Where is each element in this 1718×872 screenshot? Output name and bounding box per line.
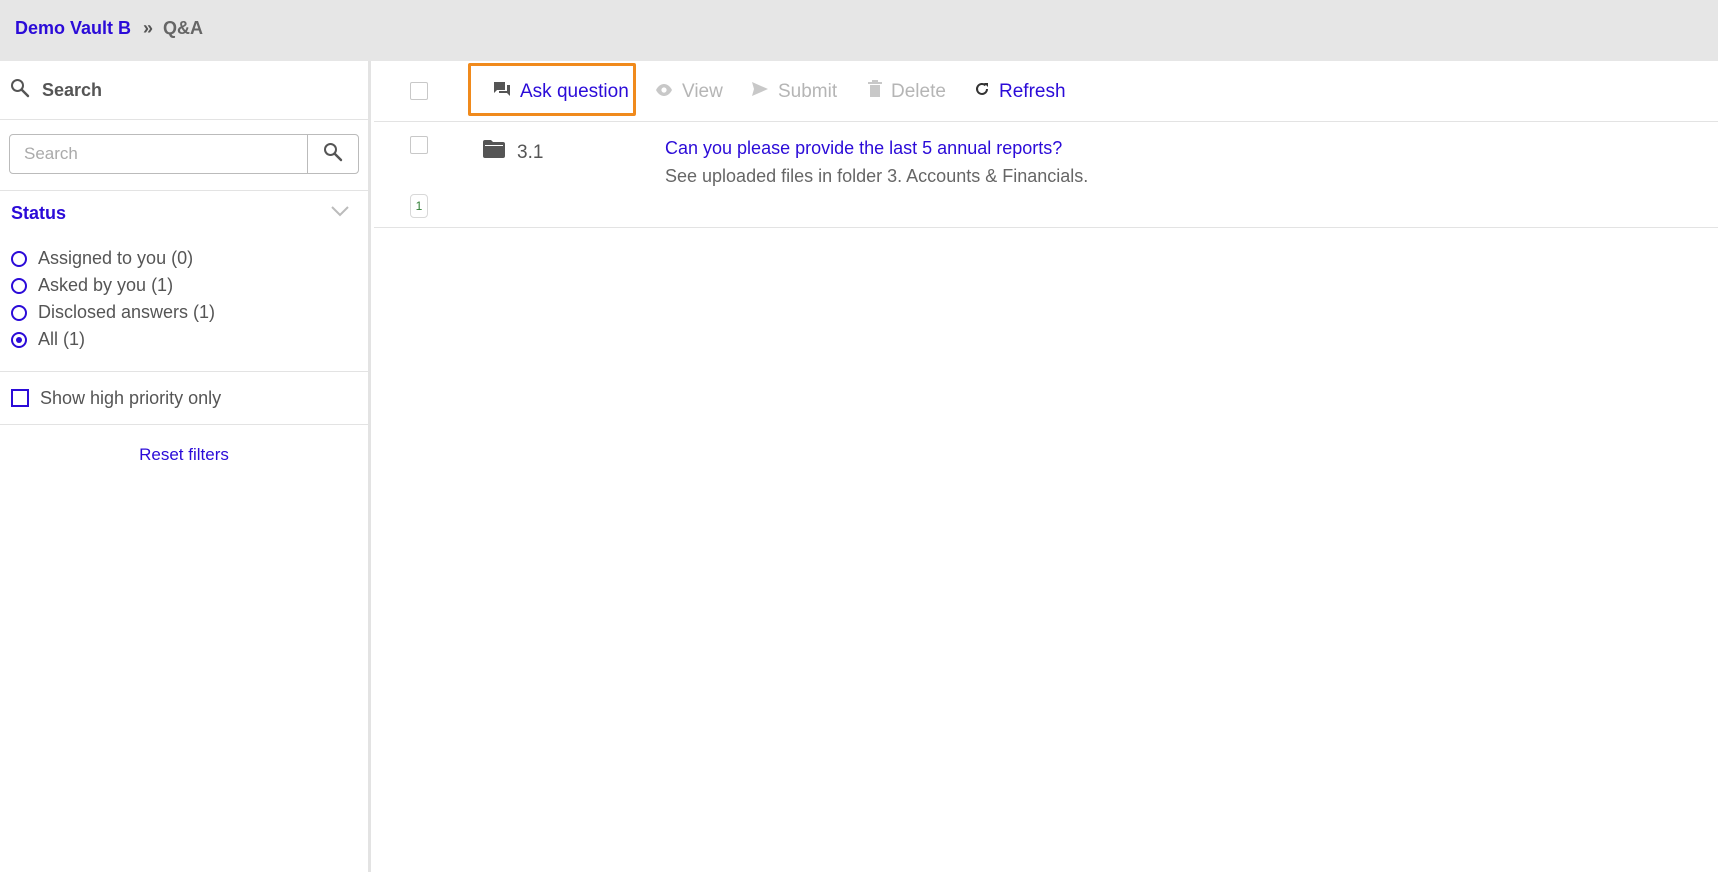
submit-label: Submit xyxy=(778,80,838,102)
ask-question-label: Ask question xyxy=(520,80,629,102)
delete-button[interactable]: Delete xyxy=(868,61,946,122)
delete-label: Delete xyxy=(891,80,946,102)
status-filter-header[interactable]: Status xyxy=(0,191,368,235)
status-filter-title: Status xyxy=(11,202,67,223)
status-option-label: Assigned to you (0) xyxy=(38,248,194,268)
status-option-all[interactable]: All (1) xyxy=(11,326,368,353)
status-option-assigned[interactable]: Assigned to you (0) xyxy=(11,245,368,272)
search-box xyxy=(9,134,359,174)
chevron-down-icon[interactable] xyxy=(330,204,350,222)
breadcrumb: Demo Vault B » Q&A xyxy=(15,18,203,39)
breadcrumb-vault-link[interactable]: Demo Vault B xyxy=(15,18,131,39)
refresh-label: Refresh xyxy=(999,80,1066,102)
radio-button[interactable] xyxy=(11,277,27,294)
breadcrumb-current: Q&A xyxy=(163,18,204,38)
high-priority-checkbox[interactable] xyxy=(11,389,29,407)
search-icon xyxy=(323,142,343,167)
submit-button[interactable]: Submit xyxy=(751,61,837,122)
search-section-title: Search xyxy=(42,79,103,100)
status-option-asked[interactable]: Asked by you (1) xyxy=(11,272,368,299)
question-link[interactable]: Can you please provide the last 5 annual… xyxy=(665,138,1062,159)
chat-bubbles-icon xyxy=(493,81,520,103)
folder-icon xyxy=(483,140,505,163)
question-ref: 3.1 xyxy=(517,142,544,163)
search-input[interactable] xyxy=(10,135,307,173)
status-option-disclosed[interactable]: Disclosed answers (1) xyxy=(11,299,368,326)
view-label: View xyxy=(682,80,723,102)
search-section-header: Search xyxy=(0,61,368,120)
answer-text: See uploaded files in folder 3. Accounts… xyxy=(665,166,1089,186)
top-bar: Demo Vault B » Q&A xyxy=(0,0,1718,61)
row-checkbox[interactable] xyxy=(410,136,428,154)
status-option-label: Disclosed answers (1) xyxy=(38,302,216,322)
radio-button-selected[interactable] xyxy=(11,331,27,348)
count-badge: 1 xyxy=(410,194,428,218)
breadcrumb-separator: » xyxy=(143,18,154,38)
trash-icon xyxy=(868,80,891,103)
eye-icon xyxy=(655,81,682,103)
refresh-icon xyxy=(974,81,999,103)
qa-main-panel: Ask question View Submit Delete Refresh xyxy=(374,61,1718,872)
reset-filters-link[interactable]: Reset filters xyxy=(0,445,368,465)
send-icon xyxy=(751,81,778,103)
table-row[interactable]: 3.1 Can you please provide the last 5 an… xyxy=(374,122,1718,228)
search-submit-button[interactable] xyxy=(307,135,358,173)
view-button[interactable]: View xyxy=(655,61,723,122)
search-icon xyxy=(10,78,30,103)
high-priority-filter[interactable]: Show high priority only xyxy=(0,372,368,425)
status-options: Assigned to you (0) Asked by you (1) Dis… xyxy=(0,235,368,372)
filter-sidebar: Search Status Assigned to you (0) Asked … xyxy=(0,61,371,872)
ask-question-button[interactable]: Ask question xyxy=(493,61,629,122)
radio-button[interactable] xyxy=(11,304,27,321)
refresh-button[interactable]: Refresh xyxy=(974,61,1066,122)
status-option-label: All (1) xyxy=(38,329,86,349)
high-priority-label: Show high priority only xyxy=(40,387,222,408)
status-option-label: Asked by you (1) xyxy=(38,275,174,295)
radio-button[interactable] xyxy=(11,250,27,267)
qa-toolbar: Ask question View Submit Delete Refresh xyxy=(374,61,1718,122)
select-all-checkbox[interactable] xyxy=(410,82,428,100)
search-input-row xyxy=(0,120,368,191)
